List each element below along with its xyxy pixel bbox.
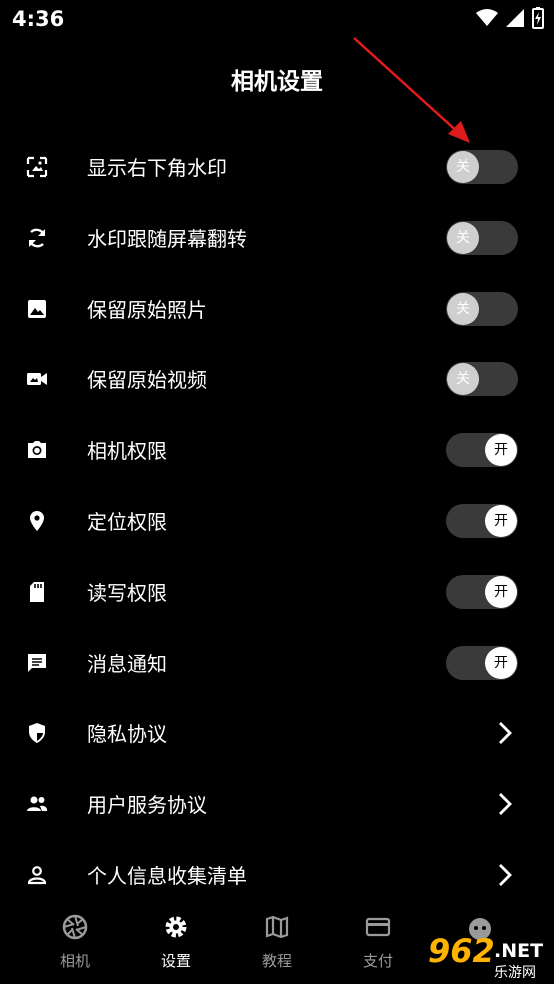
toggle-knob: 关 bbox=[447, 221, 479, 254]
setting-row-7: 消息通知 开 bbox=[0, 628, 554, 698]
watermark-frame-icon bbox=[26, 156, 48, 178]
tab-camera[interactable]: 相机 bbox=[25, 914, 125, 971]
sd-card-icon bbox=[30, 581, 44, 602]
status-icons bbox=[476, 7, 544, 29]
tab-camera-label: 相机 bbox=[59, 952, 90, 970]
chevron-right-icon bbox=[499, 722, 512, 745]
tab-settings[interactable]: 设置 bbox=[126, 914, 226, 971]
watermark-sub: 乐游网 bbox=[494, 965, 536, 981]
setting-label: 水印跟随屏幕翻转 bbox=[87, 226, 247, 251]
setting-row-8-link[interactable]: 隐私协议 bbox=[0, 698, 554, 768]
card-icon bbox=[365, 917, 391, 937]
signal-icon bbox=[506, 9, 524, 27]
setting-row-0: 显示右下角水印 关 bbox=[0, 132, 554, 202]
setting-label: 个人信息收集清单 bbox=[87, 864, 247, 888]
toggle-switch[interactable]: 关 bbox=[446, 362, 518, 397]
setting-label: 保留原始照片 bbox=[87, 297, 207, 322]
setting-row-3: 保留原始视频 关 bbox=[0, 344, 554, 414]
toggle-switch[interactable]: 开 bbox=[446, 504, 518, 538]
watermark-suffix: .NET bbox=[494, 940, 544, 962]
toggle-knob: 关 bbox=[447, 363, 479, 396]
setting-label: 显示右下角水印 bbox=[87, 156, 227, 180]
toggle-knob: 开 bbox=[485, 434, 517, 467]
chevron-right-icon bbox=[499, 793, 512, 816]
video-camera-icon bbox=[27, 373, 47, 386]
setting-label: 读写权限 bbox=[87, 580, 167, 605]
image-icon bbox=[28, 299, 46, 318]
setting-label: 定位权限 bbox=[87, 510, 167, 534]
toggle-switch[interactable]: 开 bbox=[446, 645, 518, 680]
setting-row-5: 定位权限 开 bbox=[0, 486, 554, 556]
setting-row-4: 相机权限 开 bbox=[0, 415, 554, 485]
toggle-knob: 关 bbox=[447, 292, 479, 325]
toggle-switch[interactable]: 关 bbox=[446, 220, 518, 255]
wifi-icon bbox=[476, 9, 498, 26]
setting-label: 保留原始视频 bbox=[87, 368, 207, 393]
tab-settings-label: 设置 bbox=[160, 952, 191, 970]
toggle-knob: 开 bbox=[485, 575, 517, 608]
setting-row-9-link[interactable]: 用户服务协议 bbox=[0, 769, 554, 839]
chevron-right-icon bbox=[499, 864, 512, 886]
toggle-switch[interactable]: 开 bbox=[446, 433, 518, 468]
setting-row-6: 读写权限 开 bbox=[0, 557, 554, 627]
camera-icon bbox=[28, 441, 46, 459]
aperture-icon bbox=[62, 914, 88, 940]
rotate-icon bbox=[28, 228, 46, 248]
site-watermark: 962 .NET 乐游网 bbox=[410, 930, 550, 982]
person-icon bbox=[27, 866, 47, 885]
watermark-number: 962 bbox=[428, 932, 495, 970]
setting-label: 相机权限 bbox=[87, 439, 167, 464]
toggle-switch[interactable]: 关 bbox=[446, 150, 518, 184]
setting-row-10-link[interactable]: 个人信息收集清单 bbox=[0, 840, 554, 910]
toggle-knob: 开 bbox=[485, 646, 517, 679]
setting-row-1: 水印跟随屏幕翻转 关 bbox=[0, 203, 554, 273]
setting-label: 消息通知 bbox=[87, 651, 167, 676]
setting-label: 隐私协议 bbox=[87, 722, 167, 747]
setting-row-2: 保留原始照片 关 bbox=[0, 274, 554, 344]
people-icon bbox=[27, 796, 48, 812]
toggle-knob: 关 bbox=[447, 151, 479, 183]
setting-label: 用户服务协议 bbox=[87, 793, 207, 818]
message-icon bbox=[28, 653, 46, 672]
gear-icon bbox=[165, 916, 187, 938]
toggle-knob: 开 bbox=[485, 505, 517, 537]
location-pin-icon bbox=[30, 511, 44, 531]
tab-tutorial[interactable]: 教程 bbox=[227, 914, 327, 971]
toggle-switch[interactable]: 开 bbox=[446, 574, 518, 609]
toggle-switch[interactable]: 关 bbox=[446, 291, 518, 326]
battery-icon bbox=[532, 7, 544, 29]
status-time: 4:36 bbox=[12, 7, 65, 31]
tab-tutorial-label: 教程 bbox=[261, 952, 292, 970]
shield-icon bbox=[29, 723, 45, 744]
map-icon bbox=[265, 915, 289, 939]
